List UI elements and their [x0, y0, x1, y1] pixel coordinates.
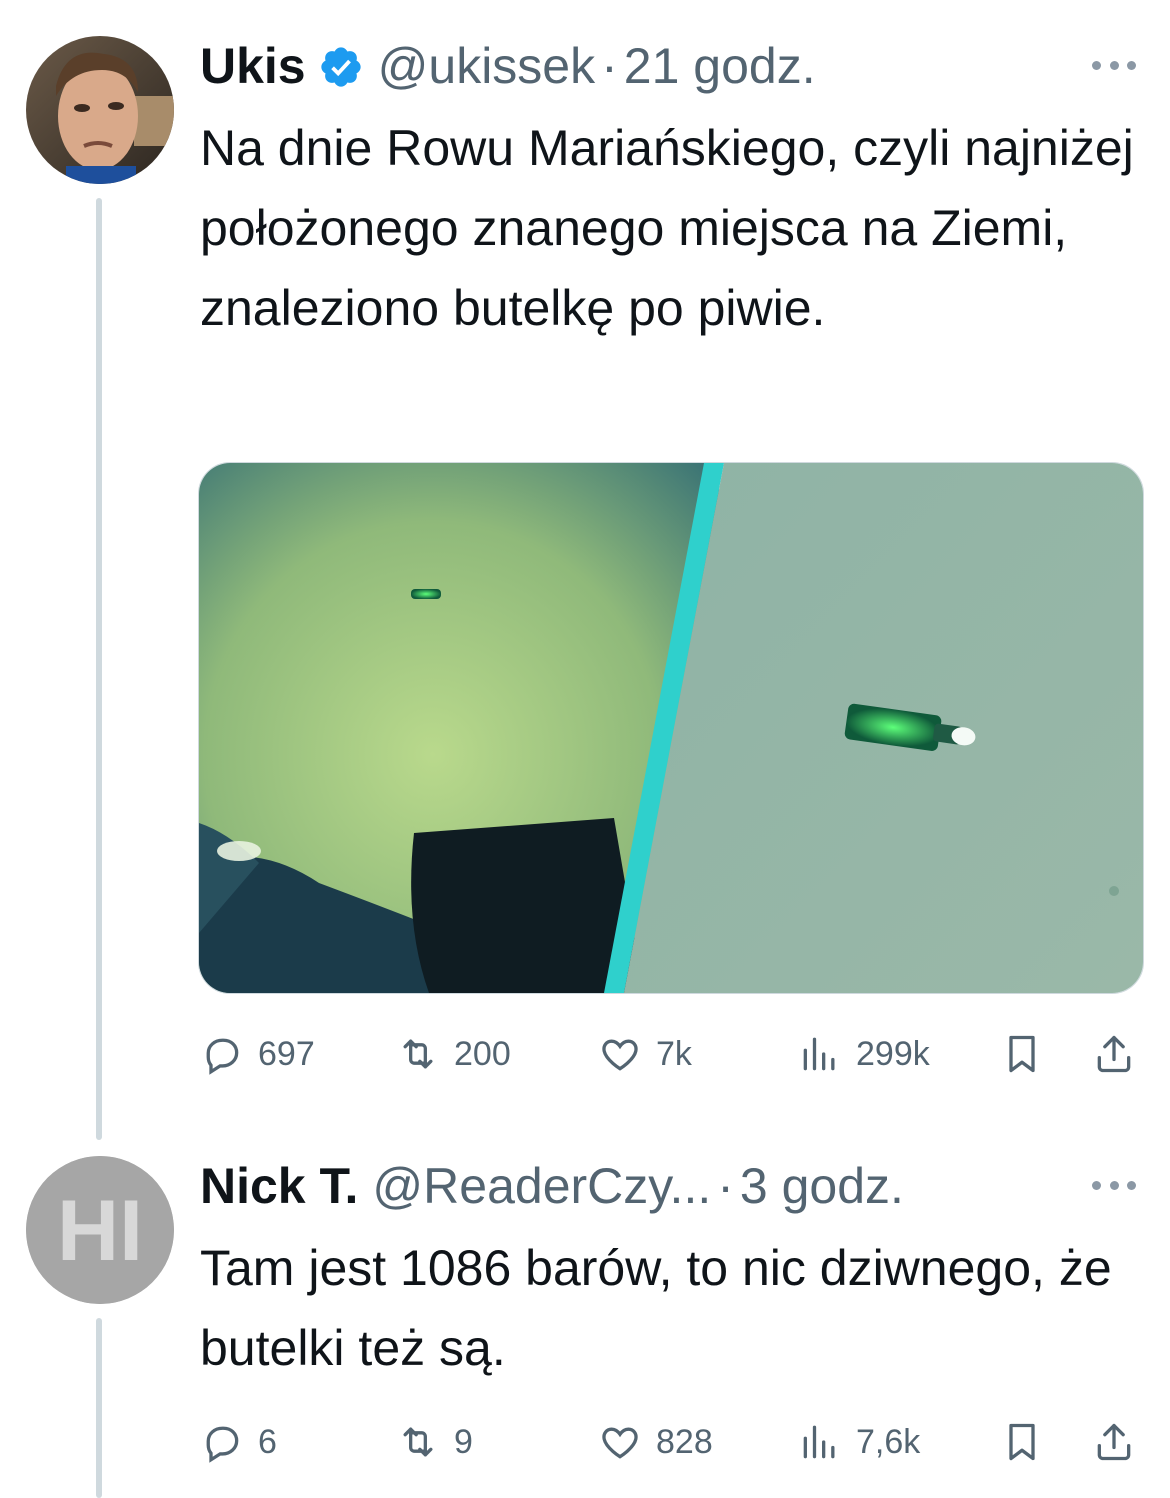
separator-dot: ·	[717, 1158, 734, 1214]
timestamp[interactable]: 3 godz.	[740, 1156, 904, 1216]
bookmark-button[interactable]	[1000, 1032, 1044, 1076]
hi-avatar-image: HI	[26, 1156, 174, 1304]
bar-chart-icon	[803, 1425, 835, 1459]
tweet-header: Ukis @ukissek · 21 godz.	[200, 36, 816, 96]
retweet-button[interactable]: 9	[396, 1412, 473, 1472]
separator-dot: ·	[601, 38, 618, 94]
like-count: 7k	[656, 1034, 692, 1073]
views-button[interactable]: 299k	[798, 1024, 930, 1084]
more-options-icon[interactable]	[1092, 1178, 1136, 1192]
avatar[interactable]	[26, 36, 174, 184]
speech-bubble-icon	[206, 1038, 239, 1075]
thread-line-bottom	[96, 1318, 102, 1498]
like-button[interactable]: 7k	[598, 1024, 692, 1084]
share-upload-icon	[1097, 1035, 1131, 1073]
thread-line-top	[96, 198, 102, 1140]
reply-button[interactable]: 697	[200, 1024, 315, 1084]
display-name[interactable]: Ukis	[200, 36, 306, 96]
retweet-arrows-icon	[403, 1427, 433, 1457]
display-name[interactable]: Nick T.	[200, 1156, 358, 1216]
user-handle[interactable]: @ReaderCzy...	[372, 1156, 711, 1216]
bookmark-button[interactable]	[1000, 1420, 1044, 1464]
reply-count: 697	[258, 1034, 315, 1073]
like-button[interactable]: 828	[598, 1412, 713, 1472]
reply-button[interactable]: 6	[200, 1412, 277, 1472]
heart-icon	[602, 1427, 638, 1459]
tweet-text: Na dnie Rowu Mariańskiego, czyli najniże…	[200, 120, 1134, 336]
retweet-button[interactable]: 200	[396, 1024, 511, 1084]
tweet-actions: 6 9 828 7,6k	[200, 1412, 1140, 1472]
avatar[interactable]: HI	[26, 1156, 174, 1304]
user-photo	[26, 36, 174, 184]
verified-badge-icon	[318, 43, 364, 89]
tweet-media-image[interactable]	[198, 462, 1144, 994]
more-options-icon[interactable]	[1092, 58, 1136, 72]
tweet-text: Tam jest 1086 barów, to nic dziwnego, że…	[200, 1240, 1112, 1376]
tweet-actions: 697 200 7k 299k	[200, 1024, 1140, 1084]
timestamp[interactable]: 21 godz.	[624, 36, 816, 96]
share-button[interactable]	[1092, 1420, 1136, 1464]
tweet-header: Nick T. @ReaderCzy... · 3 godz.	[200, 1156, 904, 1216]
bookmark-icon	[1009, 1423, 1035, 1461]
user-handle[interactable]: @ukissek	[378, 36, 595, 96]
share-upload-icon	[1097, 1423, 1131, 1461]
avatar-text: HI	[57, 1183, 143, 1279]
retweet-arrows-icon	[403, 1039, 433, 1069]
reply-count: 6	[258, 1422, 277, 1461]
views-button[interactable]: 7,6k	[798, 1412, 920, 1472]
retweet-count: 200	[454, 1034, 511, 1073]
like-count: 828	[656, 1422, 713, 1461]
heart-icon	[602, 1039, 638, 1071]
retweet-count: 9	[454, 1422, 473, 1461]
bar-chart-icon	[803, 1037, 835, 1071]
bookmark-icon	[1009, 1035, 1035, 1073]
ocean-floor-bottle-photo	[199, 463, 1143, 993]
views-count: 299k	[856, 1034, 930, 1073]
share-button[interactable]	[1092, 1032, 1136, 1076]
speech-bubble-icon	[206, 1426, 239, 1463]
views-count: 7,6k	[856, 1422, 921, 1461]
